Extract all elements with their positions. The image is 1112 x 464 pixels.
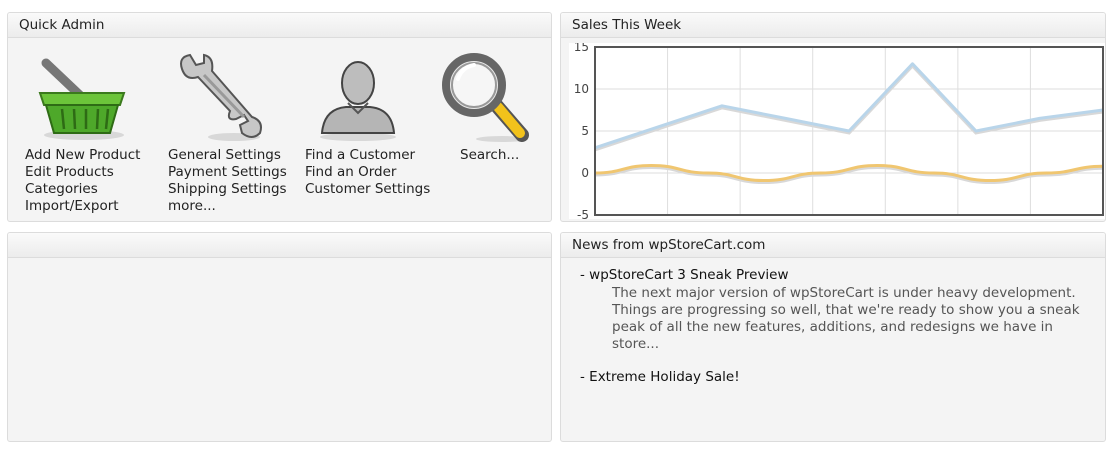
payment-settings-link[interactable]: Payment Settings: [168, 164, 287, 181]
y-tick-label: 5: [581, 124, 589, 138]
y-tick-label: 15: [574, 43, 589, 54]
y-tick-label: 0: [581, 166, 589, 180]
wrench-icon[interactable]: [174, 51, 266, 143]
general-settings-link[interactable]: General Settings: [168, 147, 287, 164]
news-item-title[interactable]: - wpStoreCart 3 Sneak Preview: [580, 267, 1090, 284]
series-shadow: [594, 62, 1104, 152]
quick-admin-panel: Quick Admin Add New Product Edit Product…: [7, 12, 552, 222]
news-list: - wpStoreCart 3 Sneak Preview The next m…: [580, 267, 1090, 402]
customer-links: Find a Customer Find an Order Customer S…: [305, 147, 430, 198]
sales-chart-svg: 15 10 5 0 -5: [574, 40, 1104, 221]
edit-products-link[interactable]: Edit Products: [25, 164, 140, 181]
news-item-summary: The next major version of wpStoreCart is…: [612, 285, 1080, 352]
customer-settings-link[interactable]: Customer Settings: [305, 181, 430, 198]
customer-icon[interactable]: [312, 57, 402, 141]
sales-chart: 15 10 5 0 -5: [569, 40, 1105, 221]
more-settings-link[interactable]: more...: [168, 198, 287, 215]
search-links: Search...: [460, 147, 519, 164]
products-links: Add New Product Edit Products Categories…: [25, 147, 140, 215]
settings-links: General Settings Payment Settings Shippi…: [168, 147, 287, 215]
news-item: - Extreme Holiday Sale!: [580, 369, 1090, 386]
basket-icon[interactable]: [36, 51, 128, 141]
news-item-title[interactable]: - Extreme Holiday Sale!: [580, 369, 1090, 386]
find-customer-link[interactable]: Find a Customer: [305, 147, 430, 164]
sales-panel: Sales This Week 15 10 5 0 -5: [560, 12, 1106, 222]
news-item: - wpStoreCart 3 Sneak Preview The next m…: [580, 267, 1090, 353]
quick-admin-title: Quick Admin: [8, 13, 551, 38]
sales-title: Sales This Week: [561, 13, 1105, 38]
find-order-link[interactable]: Find an Order: [305, 164, 430, 181]
y-tick-label: 10: [574, 82, 589, 96]
news-title: News from wpStoreCart.com: [561, 233, 1105, 258]
y-tick-label: -5: [577, 208, 589, 219]
series-line-blue: [594, 62, 1104, 150]
news-panel: News from wpStoreCart.com - wpStoreCart …: [560, 232, 1106, 442]
empty-panel-header: [8, 233, 551, 258]
categories-link[interactable]: Categories: [25, 181, 140, 198]
magnifier-icon[interactable]: [440, 51, 532, 143]
empty-panel: [7, 232, 552, 442]
import-export-link[interactable]: Import/Export: [25, 198, 140, 215]
shipping-settings-link[interactable]: Shipping Settings: [168, 181, 287, 198]
add-new-product-link[interactable]: Add New Product: [25, 147, 140, 164]
search-link[interactable]: Search...: [460, 147, 519, 164]
